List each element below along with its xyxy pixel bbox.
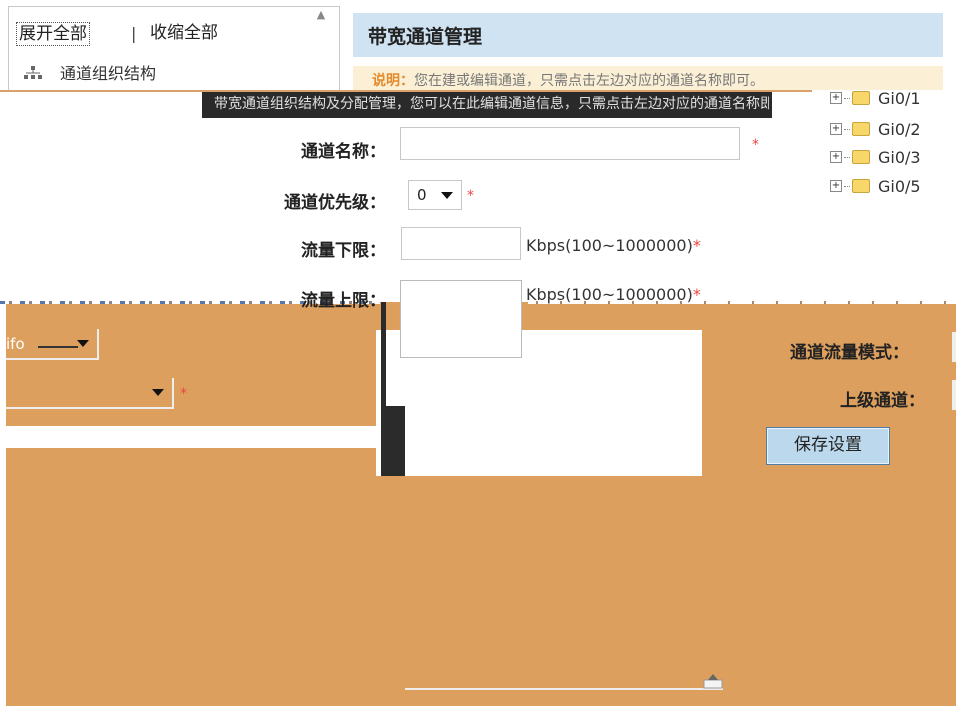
min-rate-unit: Kbps(100~1000000)* [526,236,701,255]
traffic-mode-select[interactable]: ifo [6,329,99,360]
org-structure-label[interactable]: 通道组织结构 [60,60,156,84]
priority-select[interactable]: 0 [408,180,462,210]
min-rate-label: 流量下限： [301,241,386,261]
chevron-down-icon [441,191,453,199]
tree-item-gi0-1[interactable]: + Gi0/1 [830,87,921,109]
plus-toggle-icon[interactable]: + [830,151,842,163]
folder-icon [852,179,870,193]
artifact-baseline [405,688,723,690]
max-rate-label: 流量上限： [301,291,386,311]
parent-channel-label: 上级通道： [840,391,925,411]
org-chart-icon [24,66,42,79]
max-rate-unit: Kbps(100~1000000)* [526,285,701,304]
save-settings-button[interactable]: 保存设置 [766,427,890,465]
folder-icon [852,91,870,105]
clipped-select-edge[interactable] [952,332,956,362]
priority-label: 通道优先级： [284,193,386,213]
folder-icon [852,122,870,136]
scrollbar-up-arrow-icon[interactable]: ▲ [312,8,330,24]
glitch-band-text: 带宽通道组织结构及分配管理，您可以在此编辑通道信息，只需点击左边对应的通道名称即… [214,96,769,112]
artifact-gap [6,426,378,448]
channel-name-label: 通道名称： [301,142,386,162]
note-text: 说明：您在建或编辑通道，只需点击左边对应的通道名称即可。 [372,70,842,90]
parent-channel-select[interactable] [6,378,174,409]
expand-all-link[interactable]: 展开全部 [16,22,90,46]
required-mark: * [752,137,759,153]
required-mark: * [180,386,187,402]
tree-item-gi0-5[interactable]: + Gi0/5 [830,175,921,197]
chevron-down-icon [77,340,89,347]
artifact-dark-strip [381,406,405,476]
page-title: 带宽通道管理 [368,26,483,48]
tree-item-label[interactable]: Gi0/5 [878,177,921,196]
plus-toggle-icon[interactable]: + [830,92,842,104]
tree-item-gi0-2[interactable]: + Gi0/2 [830,118,921,140]
traffic-mode-label: 通道流量模式： [790,343,909,363]
tree-item-gi0-3[interactable]: + Gi0/3 [830,146,921,168]
link-divider: | [131,24,137,43]
folder-icon [852,150,870,164]
chevron-down-icon [152,389,164,396]
channel-name-input[interactable] [400,127,740,160]
min-rate-input[interactable] [401,227,521,260]
clipped-select-edge[interactable] [952,380,956,410]
note-label: 说明： [372,73,414,89]
tree-item-label[interactable]: Gi0/1 [878,89,921,108]
plus-toggle-icon[interactable]: + [830,180,842,192]
tree-item-label[interactable]: Gi0/2 [878,120,921,139]
collapse-all-link[interactable]: 收缩全部 [150,22,218,44]
select-underline [38,346,78,348]
priority-value: 0 [417,186,427,204]
tree-item-label[interactable]: Gi0/3 [878,148,921,167]
max-rate-input[interactable] [400,280,522,358]
artifact-dark-edge [381,302,386,406]
traffic-mode-value: ifo [6,334,25,353]
resize-grip-icon[interactable] [702,668,724,690]
plus-toggle-icon[interactable]: + [830,123,842,135]
required-mark: * [467,188,474,204]
tree-panel [8,6,340,92]
note-body: 您在建或编辑通道，只需点击左边对应的通道名称即可。 [414,73,764,89]
